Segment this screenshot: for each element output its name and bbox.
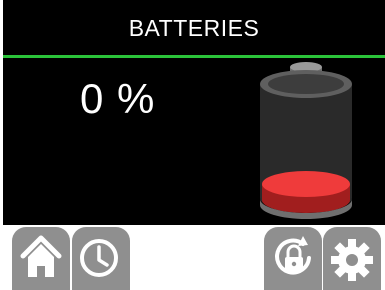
batteries-screen: BATTERIES 0 %: [0, 0, 385, 290]
lock-rotate-button[interactable]: [264, 227, 322, 290]
gear-icon: [331, 239, 373, 281]
clock-icon: [80, 239, 118, 277]
battery-percentage: 0 %: [80, 75, 156, 122]
battery-level-graphic: [254, 60, 358, 222]
lock-rotate-icon: [275, 236, 311, 275]
home-icon: [20, 235, 62, 277]
battery-icon: [260, 62, 352, 219]
bottom-toolbar: [0, 225, 385, 290]
clock-button[interactable]: [72, 227, 130, 290]
page-title: BATTERIES: [3, 0, 385, 55]
home-button[interactable]: [12, 227, 70, 290]
settings-button[interactable]: [323, 227, 381, 290]
